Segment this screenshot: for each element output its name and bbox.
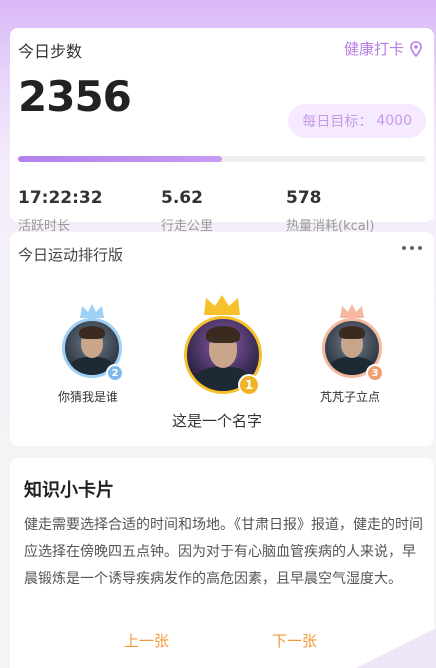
corner-decoration xyxy=(356,628,436,668)
crown-icon xyxy=(204,295,240,315)
location-pin-icon xyxy=(410,40,422,57)
step-count: 2356 xyxy=(18,72,132,121)
goal-label: 每日目标： xyxy=(302,114,373,130)
more-options-icon[interactable] xyxy=(402,246,422,250)
checkin-button[interactable]: 健康打卡 xyxy=(344,38,422,59)
steps-card: 今日步数 健康打卡 2356 每日目标： 4000 17:22:32 活跃时长 … xyxy=(10,28,434,234)
player-name: 芃芃子立点 xyxy=(320,390,381,404)
prev-card-button[interactable]: 上一张 xyxy=(124,630,169,651)
stat-value: 17:22:32 xyxy=(18,188,103,208)
stat-value: 578 xyxy=(286,188,322,208)
rank-badge: 1 xyxy=(238,374,260,396)
rank-badge: 2 xyxy=(106,364,124,382)
stat-calories: 578 热量消耗(kcal) xyxy=(286,188,374,234)
rank-badge: 3 xyxy=(366,364,384,382)
steps-title: 今日步数 xyxy=(18,42,83,61)
daily-goal-badge: 每日目标： 4000 xyxy=(288,104,426,138)
steps-progress-bar xyxy=(18,156,426,162)
knowledge-title: 知识小卡片 xyxy=(24,480,114,501)
stat-active-time: 17:22:32 活跃时长 xyxy=(18,188,103,234)
goal-value: 4000 xyxy=(376,113,412,129)
steps-progress-fill xyxy=(18,156,222,162)
stat-value: 5.62 xyxy=(161,188,203,208)
checkin-label: 健康打卡 xyxy=(343,40,404,58)
player-name: 你猜我是谁 xyxy=(58,390,119,404)
ranking-card: 今日运动排行版 2 你猜我是谁 1 这是一个名字 3 芃芃子立点 xyxy=(10,232,434,446)
player-name: 这是一个名字 xyxy=(172,412,263,430)
ranking-title: 今日运动排行版 xyxy=(18,246,124,264)
knowledge-text: 健走需要选择合适的时间和场地。《甘肃日报》报道，健走的时间应选择在傍晚四五点钟。… xyxy=(24,517,423,587)
stat-distance: 5.62 行走公里 xyxy=(161,188,213,234)
